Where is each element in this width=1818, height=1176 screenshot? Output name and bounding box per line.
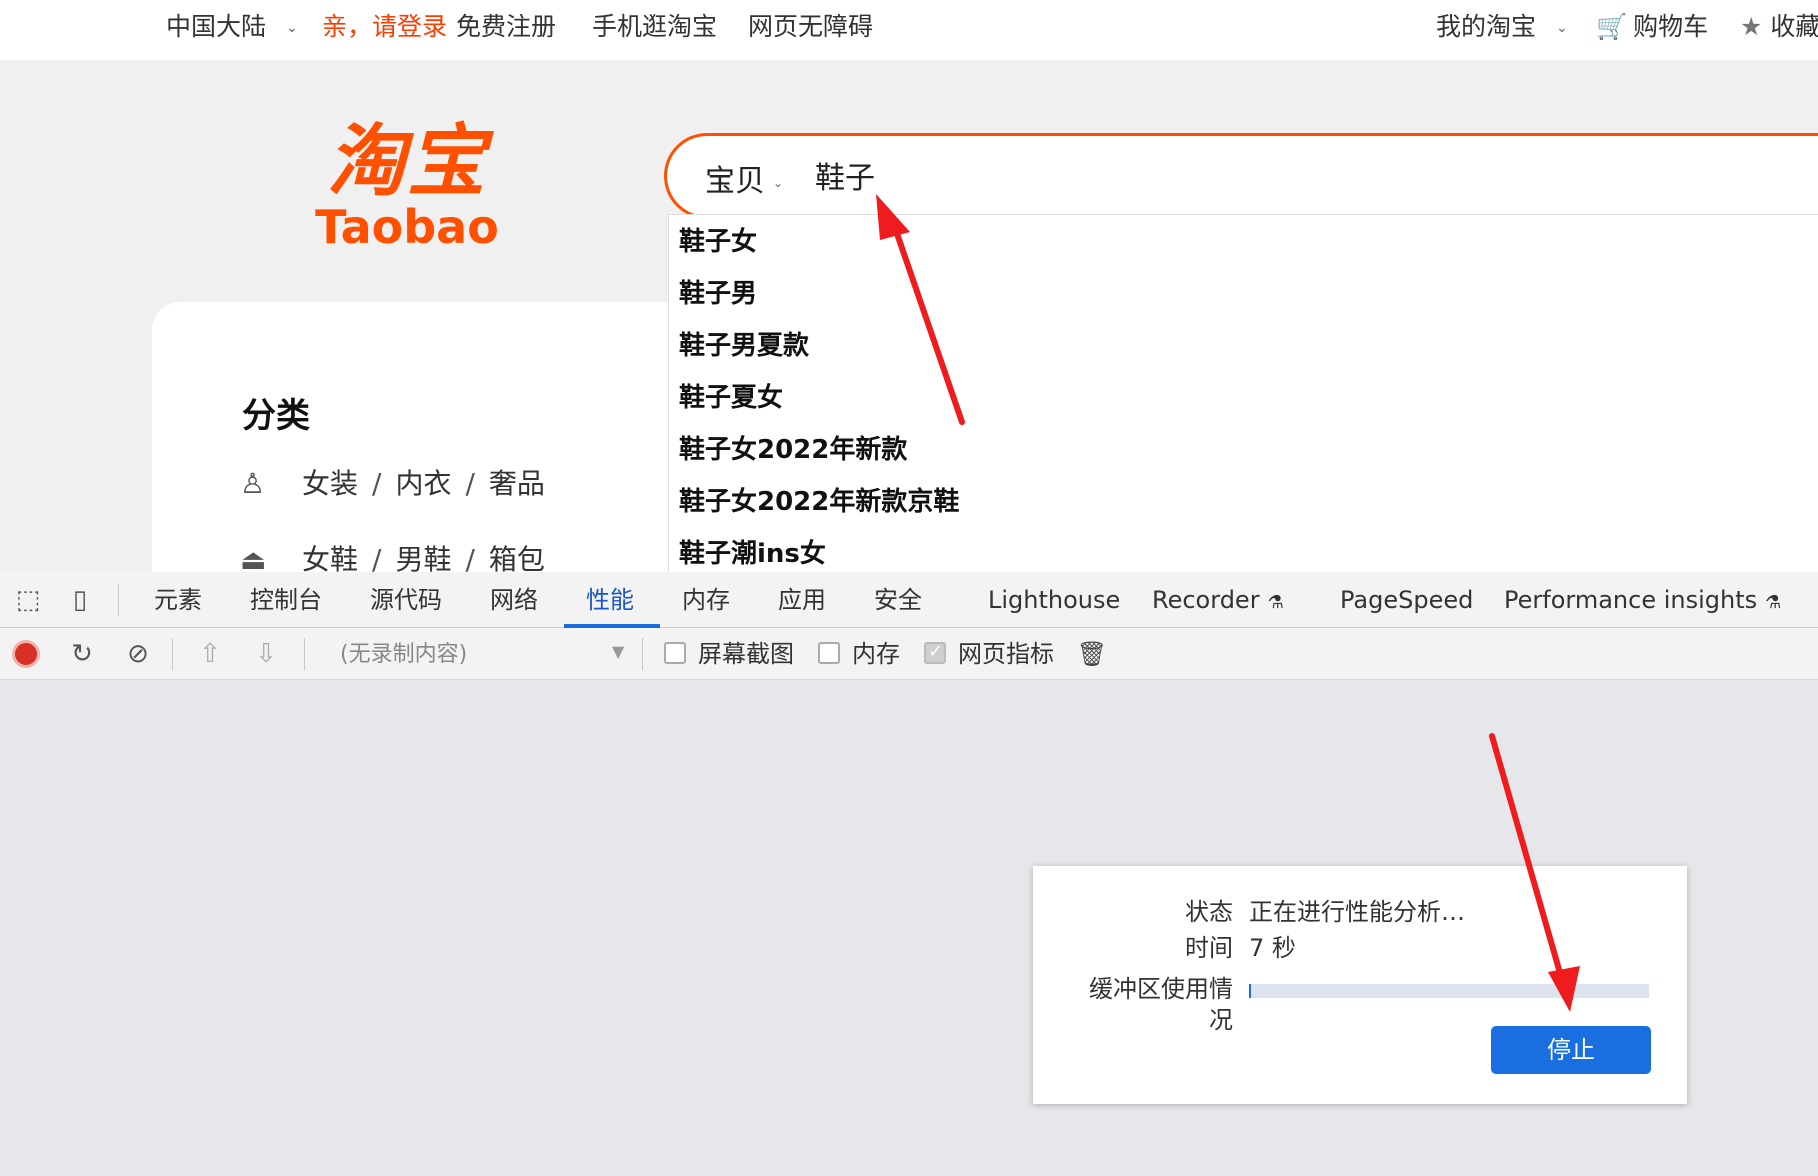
cart-link[interactable]: 🛒 购物车 [1596, 10, 1708, 44]
region-label: 中国大陆 [166, 12, 267, 41]
tab-network[interactable]: 网络 [490, 584, 538, 616]
profiling-status-dialog: 状态 正在进行性能分析… 时间 7 秒 缓冲区使用情况 停止 [1033, 866, 1687, 1104]
category-row: ⏏ 女鞋 / 男鞋 / 箱包 [240, 538, 545, 572]
memory-label: 内存 [852, 640, 900, 668]
cart-label: 购物车 [1633, 12, 1709, 41]
screenshot-label: 屏幕截图 [698, 640, 794, 668]
memory-checkbox[interactable] [818, 642, 840, 664]
category-link[interactable]: 箱包 [489, 543, 545, 572]
divider [642, 638, 643, 670]
suggestion-item[interactable]: 鞋子女 [679, 225, 757, 259]
category-link[interactable]: 女鞋 [302, 543, 358, 572]
dress-icon: ♙ [240, 467, 266, 500]
divider [118, 584, 119, 616]
flask-icon: ⚗ [1267, 592, 1284, 613]
category-link[interactable]: 男鞋 [395, 543, 451, 572]
tab-performance-insights-label: Performance insights [1504, 586, 1758, 614]
cart-icon: 🛒 [1596, 12, 1628, 41]
suggestion-item[interactable]: 鞋子夏女 [679, 381, 783, 415]
clear-icon[interactable]: ⊘ [122, 638, 154, 670]
star-icon: ★ [1740, 12, 1763, 41]
category-link[interactable]: 奢品 [489, 467, 545, 500]
profile-select[interactable]: (无录制内容) [340, 640, 467, 670]
inspect-element-icon[interactable]: ⬚ [12, 584, 44, 616]
suggestion-item[interactable]: 鞋子女2022年新款 [679, 433, 907, 467]
devtools-panel: ⬚ ▯ 元素 控制台 源代码 网络 性能 内存 应用 安全 Lighthouse… [0, 572, 1818, 1176]
favorites-label: 收藏 [1770, 12, 1818, 41]
upload-icon[interactable]: ⇧ [194, 638, 226, 670]
reload-icon[interactable]: ↻ [66, 638, 98, 670]
time-value: 7 秒 [1249, 934, 1296, 962]
category-title: 分类 [242, 396, 310, 436]
suggestion-item[interactable]: 鞋子男 [679, 277, 757, 311]
tab-elements[interactable]: 元素 [154, 584, 202, 616]
tab-memory[interactable]: 内存 [682, 584, 730, 616]
category-link[interactable]: 女装 [302, 467, 358, 500]
chevron-down-icon: ⌄ [1556, 20, 1568, 36]
stop-button[interactable]: 停止 [1491, 1026, 1651, 1074]
screenshot-checkbox[interactable] [664, 642, 686, 664]
tab-performance[interactable]: 性能 [586, 584, 634, 616]
accessibility-link[interactable]: 网页无障碍 [748, 10, 873, 44]
dropdown-arrow-icon: ▼ [612, 642, 625, 661]
search-input[interactable] [815, 152, 1515, 198]
tab-security[interactable]: 安全 [874, 584, 922, 616]
tab-application[interactable]: 应用 [778, 584, 826, 616]
search-category-select[interactable]: 宝贝 ⌄ [705, 156, 783, 200]
my-taobao-menu[interactable]: 我的淘宝 ⌄ [1436, 10, 1568, 45]
category-link[interactable]: 内衣 [395, 467, 451, 500]
suggestion-item[interactable]: 鞋子男夏款 [679, 329, 809, 363]
category-row: ♙ 女装 / 内衣 / 奢品 [240, 467, 545, 500]
web-vitals-label: 网页指标 [958, 640, 1054, 668]
web-vitals-checkbox[interactable] [924, 641, 946, 664]
tab-pagespeed[interactable]: PageSpeed [1340, 584, 1473, 616]
trash-icon[interactable]: 🗑 [1076, 638, 1108, 670]
tab-recorder[interactable]: Recorder ⚗ [1152, 584, 1284, 619]
logo-chinese: 淘宝 [326, 117, 487, 207]
category-panel: 分类 ♙ 女装 / 内衣 / 奢品 ⏏ 女鞋 / 男鞋 / 箱包 [152, 302, 672, 572]
chevron-down-icon: ⌄ [773, 175, 784, 190]
flask-icon: ⚗ [1765, 592, 1782, 613]
record-button[interactable] [12, 640, 40, 668]
buffer-usage-label: 缓冲区使用情况 [1089, 975, 1233, 1034]
device-toolbar-icon[interactable]: ▯ [64, 584, 96, 616]
tab-console[interactable]: 控制台 [250, 584, 322, 616]
top-bar: 中国大陆 ⌄ 亲，请登录 免费注册 手机逛淘宝 网页无障碍 我的淘宝 ⌄ 🛒 购物车 … [0, 0, 1818, 60]
download-icon[interactable]: ⇩ [250, 638, 282, 670]
suggestion-item[interactable]: 鞋子女2022年新款京鞋 [679, 485, 959, 519]
logo-english: Taobao [315, 200, 499, 254]
buffer-usage-bar [1249, 984, 1649, 998]
tab-performance-insights[interactable]: Performance insights ⚗ [1504, 584, 1781, 619]
buffer-usage-fill [1249, 984, 1251, 998]
chevron-down-icon: ⌄ [286, 20, 298, 36]
taobao-logo[interactable]: 淘宝 Taobao [312, 120, 502, 250]
status-value: 正在进行性能分析… [1249, 898, 1465, 926]
mobile-taobao-link[interactable]: 手机逛淘宝 [592, 10, 717, 44]
status-label: 状态 [1185, 898, 1233, 926]
divider [172, 638, 173, 670]
tab-recorder-label: Recorder [1152, 586, 1260, 614]
shoe-icon: ⏏ [240, 543, 267, 572]
search-box: 宝贝 ⌄ [664, 133, 1818, 219]
devtools-tab-bar: ⬚ ▯ 元素 控制台 源代码 网络 性能 内存 应用 安全 Lighthouse… [0, 572, 1818, 628]
search-category-label: 宝贝 [705, 164, 765, 199]
divider [304, 638, 305, 670]
region-selector[interactable]: 中国大陆 ⌄ [166, 10, 298, 45]
tab-sources[interactable]: 源代码 [370, 584, 442, 616]
my-taobao-label: 我的淘宝 [1436, 12, 1537, 41]
search-suggestions: 鞋子女 鞋子男 鞋子男夏款 鞋子夏女 鞋子女2022年新款 鞋子女2022年新款… [668, 214, 1818, 572]
login-link[interactable]: 亲，请登录 [322, 10, 447, 44]
taobao-page: 中国大陆 ⌄ 亲，请登录 免费注册 手机逛淘宝 网页无障碍 我的淘宝 ⌄ 🛒 购物车 … [0, 0, 1818, 572]
tab-lighthouse[interactable]: Lighthouse [988, 584, 1120, 616]
register-link[interactable]: 免费注册 [456, 10, 556, 44]
favorites-link[interactable]: ★ 收藏 [1740, 10, 1818, 44]
performance-toolbar: ↻ ⊘ ⇧ ⇩ (无录制内容) ▼ 屏幕截图 内存 网页指标 🗑 [0, 628, 1818, 680]
suggestion-item[interactable]: 鞋子潮ins女 [679, 537, 826, 571]
time-label: 时间 [1185, 934, 1233, 962]
